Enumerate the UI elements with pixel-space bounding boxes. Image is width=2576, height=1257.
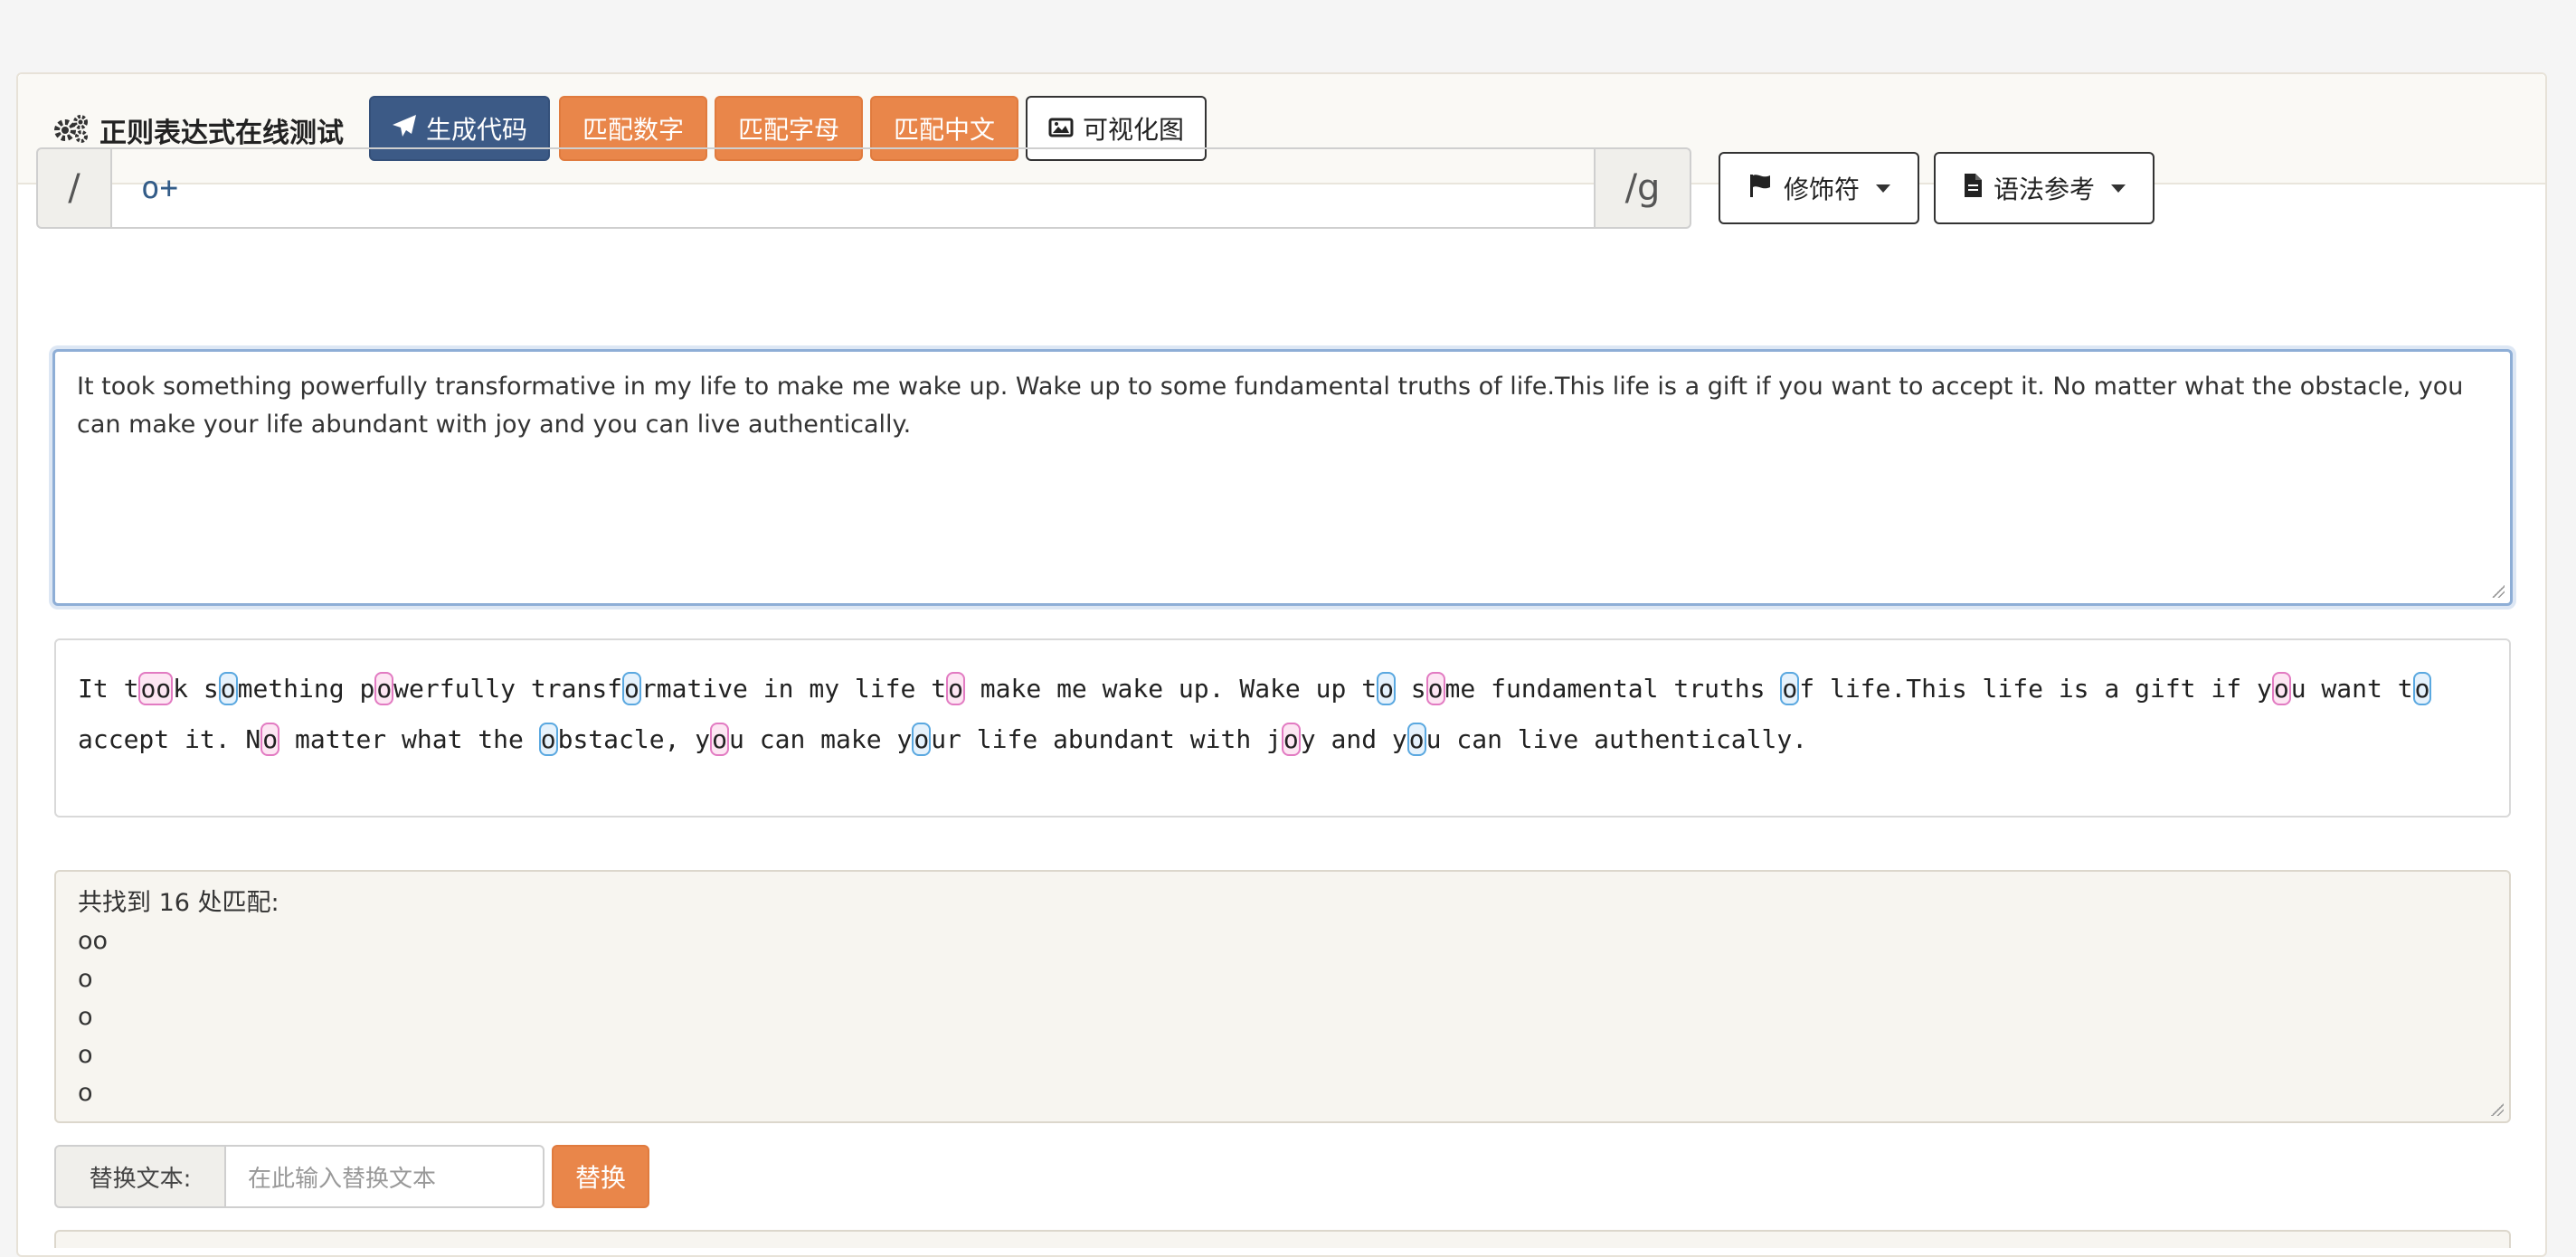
- highlighted-match-preview: It took something powerfully transformat…: [54, 638, 2511, 818]
- match-result-line: o: [78, 1041, 93, 1069]
- match-highlight: o: [1780, 672, 1800, 705]
- match-highlight: o: [538, 723, 558, 756]
- gears-icon: [52, 113, 90, 147]
- match-highlight: o: [374, 672, 394, 705]
- match-highlight: o: [1425, 672, 1445, 705]
- regex-input-group: / o+ /g: [36, 147, 1691, 229]
- match-number-label: 匹配数字: [582, 115, 684, 145]
- preview-text: u can live authentically.: [1425, 724, 1808, 754]
- match-highlight: o: [912, 723, 932, 756]
- preview-text: s: [1395, 674, 1426, 704]
- regex-pattern-input[interactable]: o+: [112, 147, 1594, 229]
- preview-text: me fundamental truths: [1444, 674, 1781, 704]
- regex-flags: /g: [1594, 147, 1691, 229]
- preview-text: u want t: [2290, 674, 2413, 704]
- flag-icon: [1747, 173, 1773, 204]
- page-title: 正则表达式在线测试: [52, 110, 344, 150]
- match-highlight: oo: [138, 672, 174, 705]
- preview-text: k s: [173, 674, 219, 704]
- match-letter-label: 匹配字母: [737, 115, 839, 145]
- modifier-label: 修饰符: [1783, 175, 1860, 204]
- regex-prefix: /: [36, 147, 112, 229]
- chevron-down-icon: [2111, 184, 2126, 193]
- match-highlight: o: [622, 672, 641, 705]
- generate-code-label: 生成代码: [425, 115, 527, 145]
- match-result-list: oo o o o o: [78, 922, 2487, 1112]
- preview-text: rmative in my life t: [640, 674, 947, 704]
- syntax-reference-label: 语法参考: [1993, 175, 2095, 204]
- test-text-input[interactable]: It took something powerfully transformat…: [52, 349, 2513, 606]
- preview-text: ur life abundant with j: [931, 724, 1282, 754]
- image-icon: [1048, 114, 1074, 144]
- match-highlight: o: [1281, 723, 1301, 756]
- match-result-line: o: [78, 965, 93, 993]
- visualize-label: 可视化图: [1082, 115, 1184, 145]
- chevron-down-icon: [1876, 184, 1890, 193]
- match-highlight: o: [218, 672, 238, 705]
- match-result-line: oo: [78, 927, 109, 955]
- match-highlight: o: [2271, 672, 2291, 705]
- resize-handle-icon[interactable]: [2491, 1103, 2504, 1116]
- match-summary: 共找到 16 处匹配:: [78, 889, 279, 917]
- match-highlight: o: [2412, 672, 2432, 705]
- match-highlight: o: [710, 723, 730, 756]
- replace-button[interactable]: 替换: [552, 1145, 649, 1208]
- match-result-line: o: [78, 1079, 93, 1107]
- preview-text: It t: [78, 674, 139, 704]
- replace-text-label: 替换文本:: [54, 1145, 226, 1208]
- replace-result-output: [54, 1230, 2511, 1248]
- match-result-line: o: [78, 1003, 93, 1031]
- match-result-output[interactable]: 共找到 16 处匹配: oo o o o o: [54, 870, 2511, 1123]
- preview-text: make me wake up. Wake up t: [964, 674, 1378, 704]
- modifier-dropdown-button[interactable]: 修饰符: [1719, 152, 1919, 224]
- match-highlight: o: [946, 672, 965, 705]
- match-chinese-label: 匹配中文: [893, 115, 995, 145]
- syntax-reference-dropdown-button[interactable]: 语法参考: [1934, 152, 2155, 224]
- preview-text: werfully transf: [393, 674, 623, 704]
- preview-text: matter what the: [279, 724, 539, 754]
- preview-text: accept it. N: [78, 724, 261, 754]
- preview-text: mething p: [237, 674, 375, 704]
- test-text-content: It took something powerfully transformat…: [77, 373, 2464, 439]
- resize-handle-icon[interactable]: [2492, 585, 2505, 598]
- preview-text: f life.This life is a gift if y: [1799, 674, 2272, 704]
- preview-text: u can make y: [729, 724, 913, 754]
- preview-text: y and y: [1300, 724, 1407, 754]
- page-title-text: 正则表达式在线测试: [99, 118, 344, 149]
- match-highlight: o: [1406, 723, 1426, 756]
- document-icon: [1963, 173, 1983, 204]
- match-highlight: o: [1377, 672, 1396, 705]
- paper-plane-icon: [392, 114, 417, 144]
- replace-text-input[interactable]: 在此输入替换文本: [226, 1145, 545, 1208]
- replace-input-group: 替换文本: 在此输入替换文本 替换: [54, 1145, 649, 1208]
- preview-text: bstacle, y: [557, 724, 711, 754]
- match-highlight: o: [260, 723, 280, 756]
